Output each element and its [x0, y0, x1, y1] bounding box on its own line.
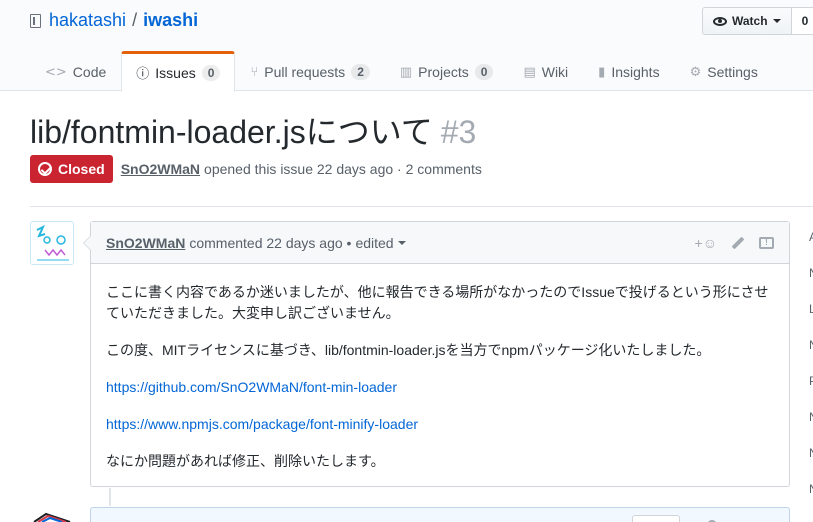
tab-label: Projects	[418, 64, 469, 80]
edited-label: edited	[355, 234, 394, 251]
issue-closed-icon	[38, 162, 52, 176]
watch-label: Watch	[732, 14, 768, 28]
status-label: Closed	[58, 161, 105, 177]
tab-pull-requests[interactable]: ⑂ Pull requests 2	[235, 51, 384, 91]
comment-paragraph: この度、MITライセンスに基づき、lib/fontmin-loader.jsを当…	[106, 342, 711, 358]
sidebar-letter: N	[809, 482, 813, 518]
gear-icon: ⚙	[689, 64, 702, 80]
chevron-down-icon	[772, 19, 781, 23]
divider	[30, 206, 813, 207]
tab-label: Issues	[155, 64, 196, 81]
book-icon: ▤	[523, 64, 536, 80]
repo-title: hakatashi / iwashi	[30, 10, 198, 31]
sidebar-letter: N	[809, 446, 813, 482]
repo-icon	[30, 13, 41, 28]
tab-label: Insights	[611, 64, 660, 80]
next-comment	[90, 507, 790, 522]
watch-control: Watch 0	[702, 7, 813, 35]
comment-author-link[interactable]: SnO2WMaN	[106, 235, 185, 251]
avatar[interactable]	[30, 221, 74, 265]
issue-author-link[interactable]: SnO2WMaN	[121, 161, 200, 177]
issue-sidebar: A N L N P N N N	[809, 230, 813, 518]
watch-count[interactable]: 0	[791, 7, 813, 35]
sidebar-letter: N	[809, 338, 813, 374]
tab-settings[interactable]: ⚙ Settings	[675, 51, 773, 91]
issue-number: #3	[440, 114, 477, 150]
repo-header: hakatashi / iwashi Watch 0 <> Code ⓘ Iss…	[0, 0, 813, 92]
tab-projects[interactable]: ▥ Projects 0	[385, 51, 509, 91]
comment-actions: +☺ !	[695, 235, 774, 251]
comment-label-button[interactable]	[632, 515, 680, 522]
sidebar-letter: N	[809, 410, 813, 446]
comment-paragraph: ここに書く内容であるか迷いましたが、他に報告できる場所がなかったのでIssueで…	[106, 284, 769, 321]
eye-icon	[713, 16, 727, 26]
tab-label: Code	[72, 64, 107, 80]
sidebar-letter: A	[809, 230, 813, 266]
sidebar-letter: P	[809, 374, 813, 410]
issue-title-text: lib/fontmin-loader.jsについて	[30, 114, 433, 150]
tab-label: Settings	[707, 64, 758, 80]
issue-title: lib/fontmin-loader.jsについて #3	[30, 113, 476, 151]
avatar[interactable]	[30, 505, 74, 522]
repo-nav-tabs: <> Code ⓘ Issues 0 ⑂ Pull requests 2 ▥ P…	[30, 51, 773, 92]
watch-button[interactable]: Watch	[702, 7, 792, 35]
tab-counter: 0	[474, 64, 494, 80]
sidebar-letter: N	[809, 266, 813, 302]
repo-name-link[interactable]: iwashi	[143, 10, 198, 31]
issue-meta-text: opened this issue 22 days ago · 2 commen…	[204, 161, 482, 177]
comment-body: ここに書く内容であるか迷いましたが、他に報告できる場所がなかったのでIssueで…	[91, 264, 789, 472]
tab-wiki[interactable]: ▤ Wiki	[508, 51, 583, 91]
project-icon: ▥	[399, 64, 413, 80]
code-icon: <>	[45, 64, 67, 80]
graph-icon: ▮	[598, 64, 606, 80]
report-icon[interactable]: !	[759, 236, 774, 249]
tab-label: Wiki	[541, 64, 569, 80]
tab-insights[interactable]: ▮ Insights	[583, 51, 674, 91]
npm-package-link[interactable]: https://www.npmjs.com/package/font-minif…	[106, 416, 418, 432]
timeline-line	[109, 488, 111, 506]
tab-counter: 0	[201, 64, 221, 81]
github-repo-link[interactable]: https://github.com/SnO2WMaN/font-min-loa…	[106, 379, 397, 395]
tab-label: Pull requests	[264, 64, 346, 80]
comment-paragraph: なにか問題があれば修正、削除いたします。	[106, 453, 385, 469]
issue-icon: ⓘ	[136, 67, 150, 82]
comment-header: SnO2WMaN commented 22 days ago • edited …	[91, 222, 789, 264]
pull-request-icon: ⑂	[250, 64, 259, 80]
comment-timestamp-link[interactable]: commented 22 days ago •	[189, 235, 351, 251]
repo-owner-link[interactable]: hakatashi	[49, 10, 126, 31]
issue-comment: SnO2WMaN commented 22 days ago • edited …	[83, 221, 790, 487]
add-reaction-icon[interactable]: +☺	[695, 235, 717, 251]
tab-issues[interactable]: ⓘ Issues 0	[121, 51, 236, 92]
issue-meta: Closed SnO2WMaN opened this issue 22 day…	[30, 155, 482, 183]
tab-counter: 2	[351, 64, 370, 80]
edited-dropdown[interactable]: edited	[355, 234, 406, 251]
pencil-icon[interactable]	[731, 236, 745, 249]
chevron-down-icon	[397, 240, 406, 245]
status-badge: Closed	[30, 155, 113, 183]
sidebar-letter: L	[809, 302, 813, 316]
repo-separator: /	[132, 10, 138, 30]
tab-code[interactable]: <> Code	[30, 51, 121, 91]
